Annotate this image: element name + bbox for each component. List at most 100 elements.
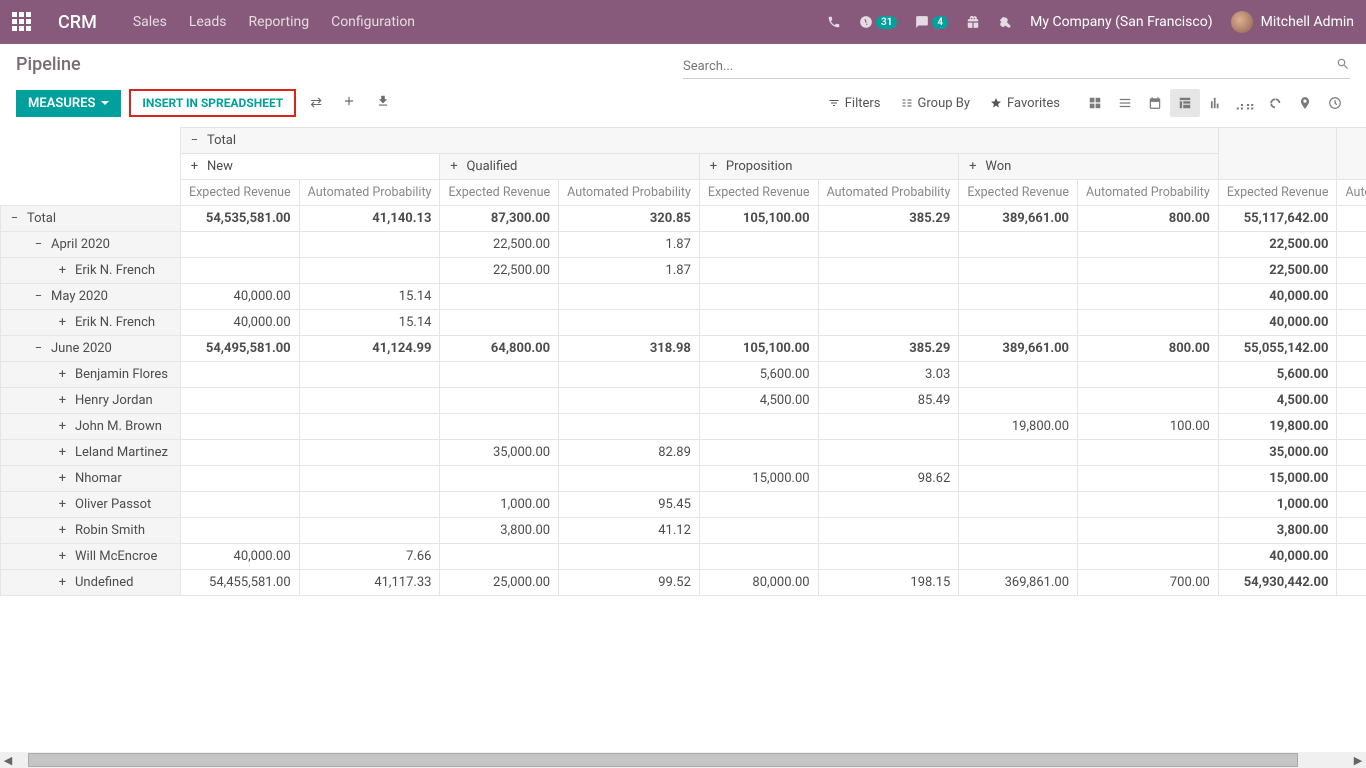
expand-icon[interactable]: + [57,575,68,590]
search-box[interactable] [683,54,1350,79]
view-graph[interactable] [1200,89,1230,117]
expand-icon[interactable]: + [57,497,68,512]
expand-icon[interactable]: + [57,393,68,408]
company-selector[interactable]: My Company (San Francisco) [1030,14,1212,30]
table-row: −May 202040,000.0015.1440,000.00 [1,284,1366,310]
cell: 41,124.99 [299,336,440,362]
cell [1337,310,1366,336]
collapse-icon[interactable]: − [9,211,20,226]
expand-all-icon[interactable] [336,90,362,116]
phone-icon[interactable] [827,15,841,29]
activities-icon[interactable]: 31 [859,15,897,29]
collapse-icon[interactable]: − [189,133,200,148]
nav-sales[interactable]: Sales [133,14,167,30]
cell: 15,000.00 [1218,466,1337,492]
expand-icon[interactable]: + [57,523,68,538]
flip-axis-icon[interactable]: ⇄ [304,91,328,115]
search-icon[interactable] [1336,57,1350,75]
favorites-button[interactable]: Favorites [990,96,1060,111]
collapse-icon[interactable]: − [33,289,44,304]
row-header[interactable]: +Henry Jordan [1,388,181,414]
cell [1337,232,1366,258]
cell [959,544,1078,570]
measures-button[interactable]: MEASURES [16,90,121,117]
download-icon[interactable] [370,90,396,116]
expand-icon[interactable]: + [189,159,200,174]
cell: 7.66 [299,544,440,570]
tools-icon[interactable] [998,15,1012,29]
search-input[interactable] [683,59,1336,74]
control-panel-top: Pipeline [0,44,1366,85]
pivot-table-wrapper[interactable]: −Total+New+Qualified+Proposition+WonExpe… [0,127,1366,596]
cell: 15.14 [299,284,440,310]
view-calendar[interactable] [1140,89,1170,117]
cell: 1,000.00 [1218,492,1337,518]
expand-icon[interactable]: + [967,159,978,174]
expand-icon[interactable]: + [57,549,68,564]
cell [181,414,300,440]
row-header[interactable]: +Benjamin Flores [1,362,181,388]
cell [959,284,1078,310]
row-header[interactable]: +Erik N. French [1,310,181,336]
horizontal-scrollbar[interactable]: ◀ ▶ [0,752,1366,768]
row-header[interactable]: +John M. Brown [1,414,181,440]
view-list[interactable] [1110,89,1140,117]
row-header[interactable]: −April 2020 [1,232,181,258]
cell [699,232,818,258]
row-header[interactable]: −June 2020 [1,336,181,362]
row-header[interactable]: +Undefined [1,570,181,596]
row-header[interactable]: +Nhomar [1,466,181,492]
expand-icon[interactable]: + [57,315,68,330]
cell [699,544,818,570]
view-pivot[interactable] [1170,89,1200,117]
gift-icon[interactable] [966,15,980,29]
cell: 25,000.00 [440,570,559,596]
collapse-icon[interactable]: − [33,341,44,356]
cell [559,388,700,414]
cell [699,440,818,466]
view-dashboard[interactable]: ⣠⣤ [1230,89,1260,117]
row-header[interactable]: +Erik N. French [1,258,181,284]
nav-leads[interactable]: Leads [189,14,227,30]
expand-icon[interactable]: + [57,471,68,486]
expand-icon[interactable]: + [57,263,68,278]
cell: 95.45 [559,492,700,518]
cell: 19,800.00 [1218,414,1337,440]
cell [818,440,959,466]
cell [699,258,818,284]
expand-icon[interactable]: + [448,159,459,174]
cell [818,414,959,440]
expand-icon[interactable]: + [57,367,68,382]
apps-icon[interactable] [12,12,32,32]
cell: 1.87 [559,258,700,284]
user-menu[interactable]: Mitchell Admin [1231,11,1354,33]
expand-icon[interactable]: + [57,419,68,434]
expand-icon[interactable]: + [708,159,719,174]
cell: 55,055,142.00 [1218,336,1337,362]
cell: 87,300.00 [440,206,559,232]
view-activity[interactable] [1320,89,1350,117]
filters-button[interactable]: Filters [828,96,881,111]
cell: 40,000.00 [1218,544,1337,570]
view-map[interactable] [1290,89,1320,117]
row-header[interactable]: −May 2020 [1,284,181,310]
nav-reporting[interactable]: Reporting [249,14,310,30]
nav-configuration[interactable]: Configuration [331,14,415,30]
cell [959,466,1078,492]
insert-spreadsheet-button[interactable]: INSERT IN SPREADSHEET [129,89,296,117]
cell: 385.29 [818,336,959,362]
groupby-button[interactable]: Group By [901,96,971,111]
view-cohort[interactable] [1260,89,1290,117]
row-header[interactable]: +Oliver Passot [1,492,181,518]
expand-icon[interactable]: + [57,445,68,460]
row-header[interactable]: −Total [1,206,181,232]
table-row: +Erik N. French40,000.0015.1440,000.00 [1,310,1366,336]
row-header[interactable]: +Robin Smith [1,518,181,544]
view-kanban[interactable] [1080,89,1110,117]
row-header[interactable]: +Will McEncroe [1,544,181,570]
messages-icon[interactable]: 4 [915,15,948,29]
cell [299,362,440,388]
collapse-icon[interactable]: − [33,237,44,252]
row-header[interactable]: +Leland Martinez [1,440,181,466]
brand[interactable]: CRM [58,12,97,33]
